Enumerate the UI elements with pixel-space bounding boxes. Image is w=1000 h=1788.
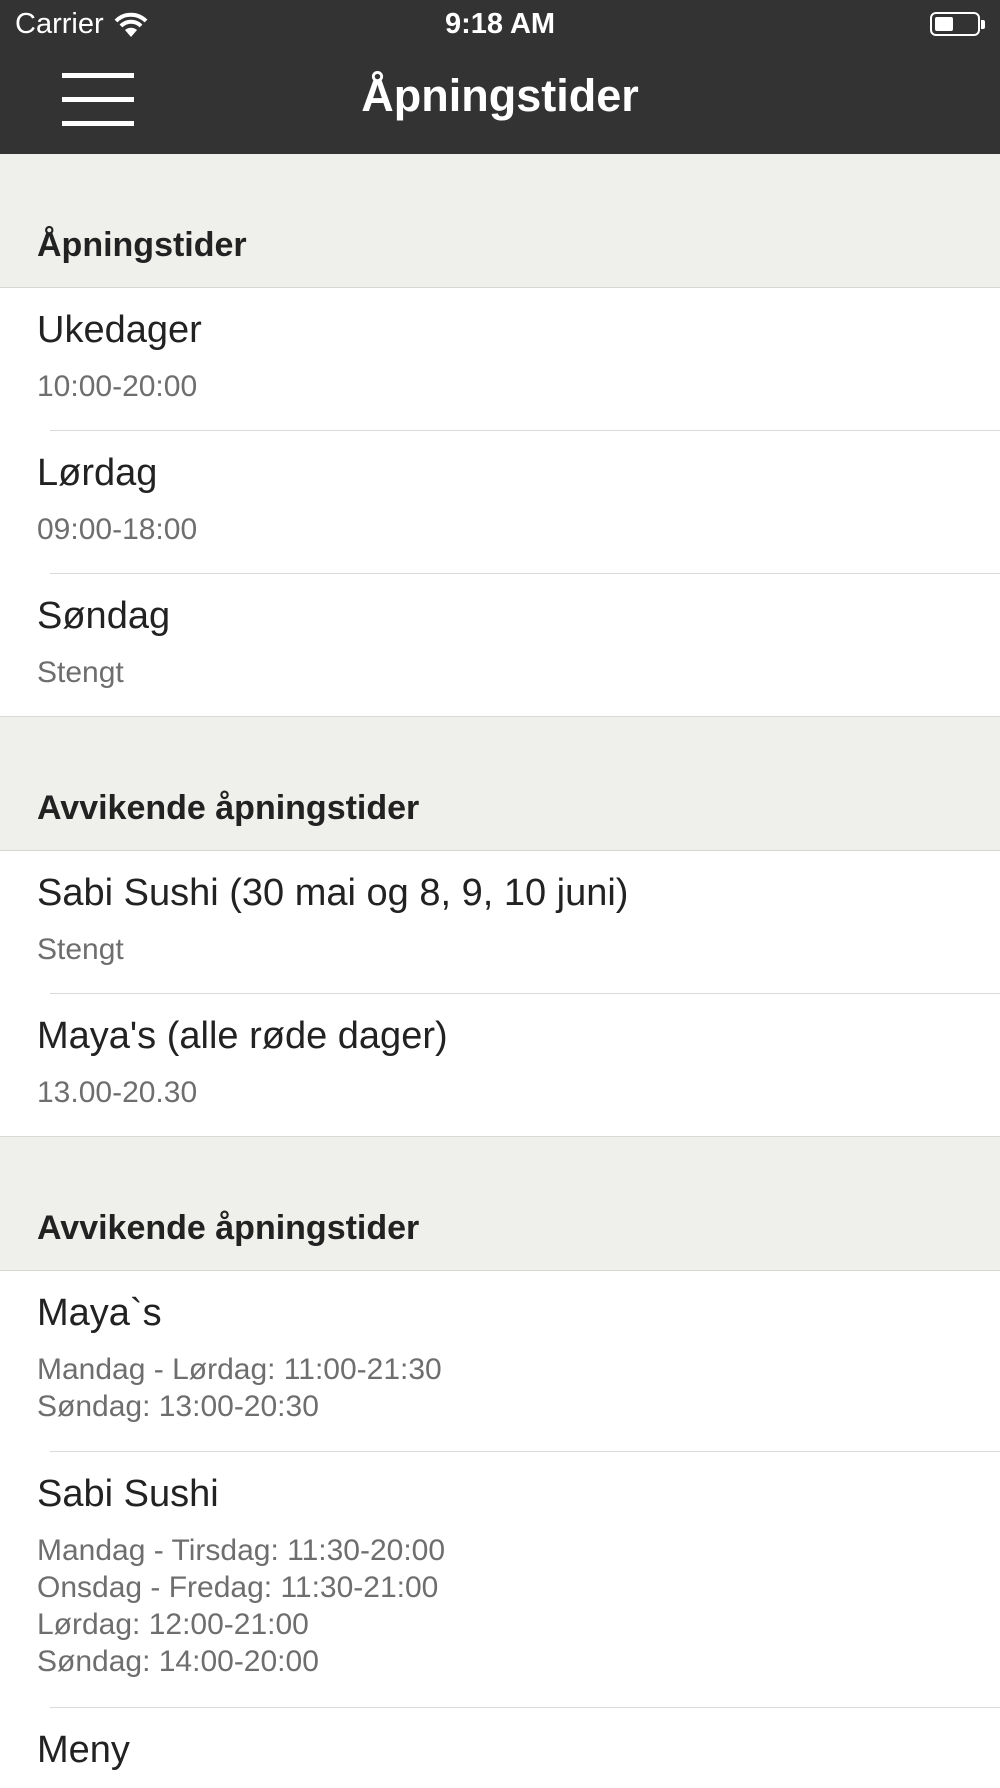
- section-header-label: Avvikende åpningstider: [37, 789, 420, 827]
- list-item-detail: 10:00-20:00: [37, 370, 198, 403]
- list-item-mayas-holiday[interactable]: Maya's (alle røde dager) 13.00-20.30: [0, 994, 1000, 1137]
- list-item-sabi-sushi-holiday[interactable]: Sabi Sushi (30 mai og 8, 9, 10 juni) Ste…: [0, 851, 1000, 994]
- list-item-title: Maya's (alle røde dager): [37, 1015, 448, 1057]
- section-header-label: Avvikende åpningstider: [37, 1209, 420, 1247]
- list-item-detail-line: Mandag - Lørdag: 11:00-21:30: [37, 1353, 442, 1386]
- section-header-deviating-hours: Avvikende åpningstider: [0, 717, 1000, 851]
- section-header-opening-hours: Åpningstider: [0, 154, 1000, 288]
- list-item-title: Ukedager: [37, 309, 202, 351]
- list-item-menu[interactable]: Meny: [0, 1708, 1000, 1788]
- list-item-title: Maya`s: [37, 1292, 162, 1334]
- list-item-detail-line: Onsdag - Fredag: 11:30-21:00: [37, 1571, 439, 1604]
- section-header-deviating-hours-2: Avvikende åpningstider: [0, 1137, 1000, 1271]
- list-item-title: Sabi Sushi (30 mai og 8, 9, 10 juni): [37, 872, 629, 914]
- list-item-title: Meny: [37, 1729, 130, 1771]
- top-bar: Carrier 9:18 AM Åpningstider: [0, 0, 1000, 154]
- list-item-detail-line: Søndag: 14:00-20:00: [37, 1645, 319, 1678]
- list-item-title: Sabi Sushi: [37, 1473, 219, 1515]
- list-item-detail-line: Lørdag: 12:00-21:00: [37, 1608, 309, 1641]
- list-item-sunday[interactable]: Søndag Stengt: [0, 574, 1000, 717]
- list-item-detail: 13.00-20.30: [37, 1076, 198, 1109]
- list-item-title: Søndag: [37, 595, 171, 637]
- section-header-label: Åpningstider: [37, 226, 247, 264]
- list-item-detail: Stengt: [37, 656, 124, 689]
- battery-icon: [930, 12, 986, 36]
- list-item-detail: Stengt: [37, 933, 124, 966]
- list-item-sabi-sushi[interactable]: Sabi Sushi Mandag - Tirsdag: 11:30-20:00…: [0, 1452, 1000, 1708]
- hours-list: Åpningstider Ukedager 10:00-20:00 Lørdag…: [0, 154, 1000, 1788]
- list-item-detail-line: Mandag - Tirsdag: 11:30-20:00: [37, 1534, 446, 1567]
- list-item-detail: 09:00-18:00: [37, 513, 198, 546]
- list-item-title: Lørdag: [37, 452, 158, 494]
- list-item-detail-line: Søndag: 13:00-20:30: [37, 1390, 319, 1423]
- page-title: Åpningstider: [361, 70, 639, 121]
- list-item-weekdays[interactable]: Ukedager 10:00-20:00: [0, 288, 1000, 431]
- list-item-saturday[interactable]: Lørdag 09:00-18:00: [0, 431, 1000, 574]
- list-item-mayas[interactable]: Maya`s Mandag - Lørdag: 11:00-21:30 Sønd…: [0, 1271, 1000, 1452]
- status-time: 9:18 AM: [444, 8, 556, 40]
